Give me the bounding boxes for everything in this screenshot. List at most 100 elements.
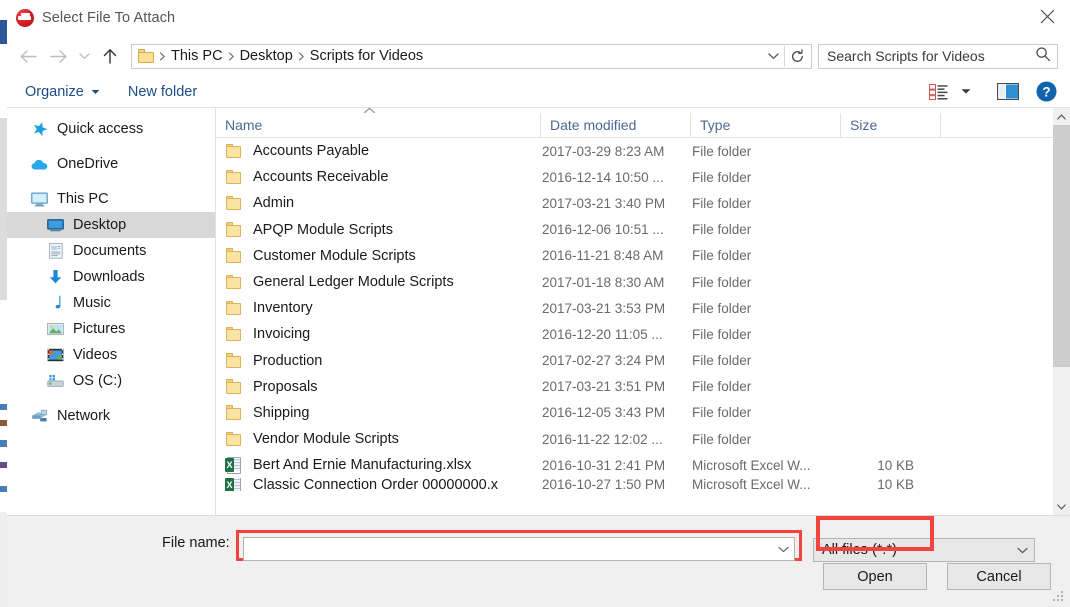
new-folder-button[interactable]: New folder (128, 84, 197, 100)
refresh-icon[interactable] (785, 45, 809, 68)
table-row[interactable]: General Ledger Module Scripts 2017-01-18… (216, 269, 1070, 295)
scroll-down-icon[interactable] (1053, 498, 1070, 515)
address-bar[interactable]: This PC Desktop Scripts for Videos (131, 43, 812, 69)
search-input[interactable] (827, 48, 1035, 64)
folder-icon (225, 169, 243, 186)
file-date: 2017-03-21 3:53 PM (542, 300, 666, 316)
file-date: 2017-03-21 3:51 PM (542, 379, 666, 395)
file-name: Admin (253, 195, 295, 212)
window-title: Select File To Attach (42, 10, 176, 26)
column-header-size[interactable]: Size (841, 112, 941, 138)
table-row[interactable]: Admin 2017-03-21 3:40 PM File folder (216, 190, 1070, 216)
sidebar-item-label: Pictures (73, 321, 126, 337)
sidebar-item-videos[interactable]: Videos (7, 342, 215, 368)
breadcrumb-scripts-for-videos[interactable]: Scripts for Videos (306, 45, 427, 68)
chevron-down-icon[interactable] (772, 538, 794, 560)
command-bar: Organize New folder ? (7, 76, 1070, 108)
sidebar-item-this-pc[interactable]: This PC (7, 186, 215, 212)
network-icon (31, 408, 48, 425)
sidebar-item-network[interactable]: Network (7, 403, 215, 429)
breadcrumb-desktop[interactable]: Desktop (236, 45, 297, 68)
resize-grip-icon[interactable] (1053, 591, 1065, 603)
sidebar-item-music[interactable]: Music (7, 290, 215, 316)
file-name: Proposals (253, 378, 318, 395)
search-icon (1035, 46, 1051, 67)
open-button[interactable]: Open (823, 563, 927, 590)
table-row[interactable]: Invoicing 2016-12-20 11:05 ... File fold… (216, 321, 1070, 347)
back-arrow-icon[interactable] (13, 41, 43, 71)
table-row[interactable]: Vendor Module Scripts 2016-11-22 12:02 .… (216, 426, 1070, 452)
organize-button[interactable]: Organize (25, 84, 100, 100)
table-row[interactable]: X Classic Connection Order 00000000.x 201… (216, 478, 1070, 492)
table-row[interactable]: Inventory 2017-03-21 3:53 PM File folder (216, 295, 1070, 321)
file-name: APQP Module Scripts (253, 221, 393, 238)
desktop-icon (47, 217, 64, 234)
cancel-button[interactable]: Cancel (947, 563, 1051, 590)
file-name: Shipping (253, 404, 310, 421)
file-name: Classic Connection Order 00000000.x (253, 478, 499, 492)
close-icon[interactable] (1024, 0, 1070, 33)
file-name: Accounts Receivable (253, 169, 389, 186)
open-button-highlight-annotation (816, 516, 934, 551)
column-header-date-modified[interactable]: Date modified (541, 112, 691, 138)
table-row[interactable]: Shipping 2016-12-05 3:43 PM File folder (216, 400, 1070, 426)
excel-file-icon: X (225, 456, 243, 474)
column-header-name[interactable]: Name (216, 112, 541, 138)
organize-label: Organize (25, 83, 84, 100)
recent-locations-chevron-icon[interactable] (73, 41, 95, 71)
scrollbar-thumb[interactable] (1053, 125, 1070, 368)
title-bar: Select File To Attach (7, 0, 1070, 36)
help-icon[interactable]: ? (1032, 79, 1060, 105)
sidebar-item-label: Desktop (73, 217, 127, 233)
view-layout-icon[interactable] (924, 79, 952, 105)
sidebar-item-label: Network (57, 408, 111, 424)
file-date: 2016-12-14 10:50 ... (542, 169, 664, 185)
search-box[interactable] (818, 43, 1058, 69)
preview-pane-icon[interactable] (994, 79, 1022, 105)
filename-input[interactable] (244, 541, 772, 557)
file-date: 2016-11-21 8:48 AM (542, 248, 664, 264)
sidebar-item-label: Documents (73, 243, 147, 259)
scroll-up-icon[interactable] (1053, 108, 1070, 125)
table-row[interactable]: X Bert And Ernie Manufacturing.xlsx 2016-… (216, 452, 1070, 478)
forward-arrow-icon[interactable] (43, 41, 73, 71)
table-row[interactable]: Proposals 2017-03-21 3:51 PM File folder (216, 374, 1070, 400)
table-row[interactable]: APQP Module Scripts 2016-12-06 10:51 ...… (216, 217, 1070, 243)
svg-text:?: ? (1042, 84, 1050, 99)
sidebar-item-quick-access[interactable]: Quick access (7, 116, 215, 142)
sidebar-item-pictures[interactable]: Pictures (7, 316, 215, 342)
file-date: 2017-03-21 3:40 PM (542, 195, 666, 211)
chevron-down-icon (91, 89, 100, 95)
folder-icon (225, 326, 243, 343)
scrollbar-track[interactable] (1053, 125, 1070, 498)
table-row[interactable]: Production 2017-02-27 3:24 PM File folde… (216, 348, 1070, 374)
sidebar-item-onedrive[interactable]: OneDrive (7, 151, 215, 177)
sidebar-item-os-c[interactable]: OS (C:) (7, 368, 215, 394)
up-arrow-icon[interactable] (95, 41, 125, 71)
column-header-filler (941, 113, 1070, 138)
sidebar-item-downloads[interactable]: Downloads (7, 264, 215, 290)
chevron-down-icon[interactable] (1010, 539, 1034, 561)
table-row[interactable]: Accounts Payable 2017-03-29 8:23 AM File… (216, 138, 1070, 164)
filename-combobox[interactable] (243, 537, 795, 561)
monitor-icon (31, 191, 48, 208)
sidebar-item-label: Music (73, 295, 111, 311)
file-name: Vendor Module Scripts (253, 431, 399, 448)
sidebar-item-desktop[interactable]: Desktop (7, 212, 215, 238)
breadcrumb-this-pc[interactable]: This PC (167, 45, 227, 68)
drive-icon (47, 373, 64, 390)
sidebar-item-label: This PC (57, 191, 109, 207)
file-date: 2016-12-05 3:43 PM (542, 405, 666, 421)
address-dropdown-chevron-icon[interactable] (762, 45, 784, 68)
table-row[interactable]: Customer Module Scripts 2016-11-21 8:48 … (216, 243, 1070, 269)
sidebar-item-label: Videos (73, 347, 118, 363)
column-header-type[interactable]: Type (691, 112, 841, 138)
breadcrumb-separator (158, 51, 167, 61)
chevron-down-icon[interactable] (952, 79, 980, 105)
vertical-scrollbar[interactable] (1053, 108, 1070, 515)
sidebar-item-documents[interactable]: Documents (7, 238, 215, 264)
folder-icon (225, 431, 243, 448)
file-date: 2017-03-29 8:23 AM (542, 143, 665, 159)
table-row[interactable]: Accounts Receivable 2016-12-14 10:50 ...… (216, 164, 1070, 190)
videos-icon (47, 347, 64, 364)
